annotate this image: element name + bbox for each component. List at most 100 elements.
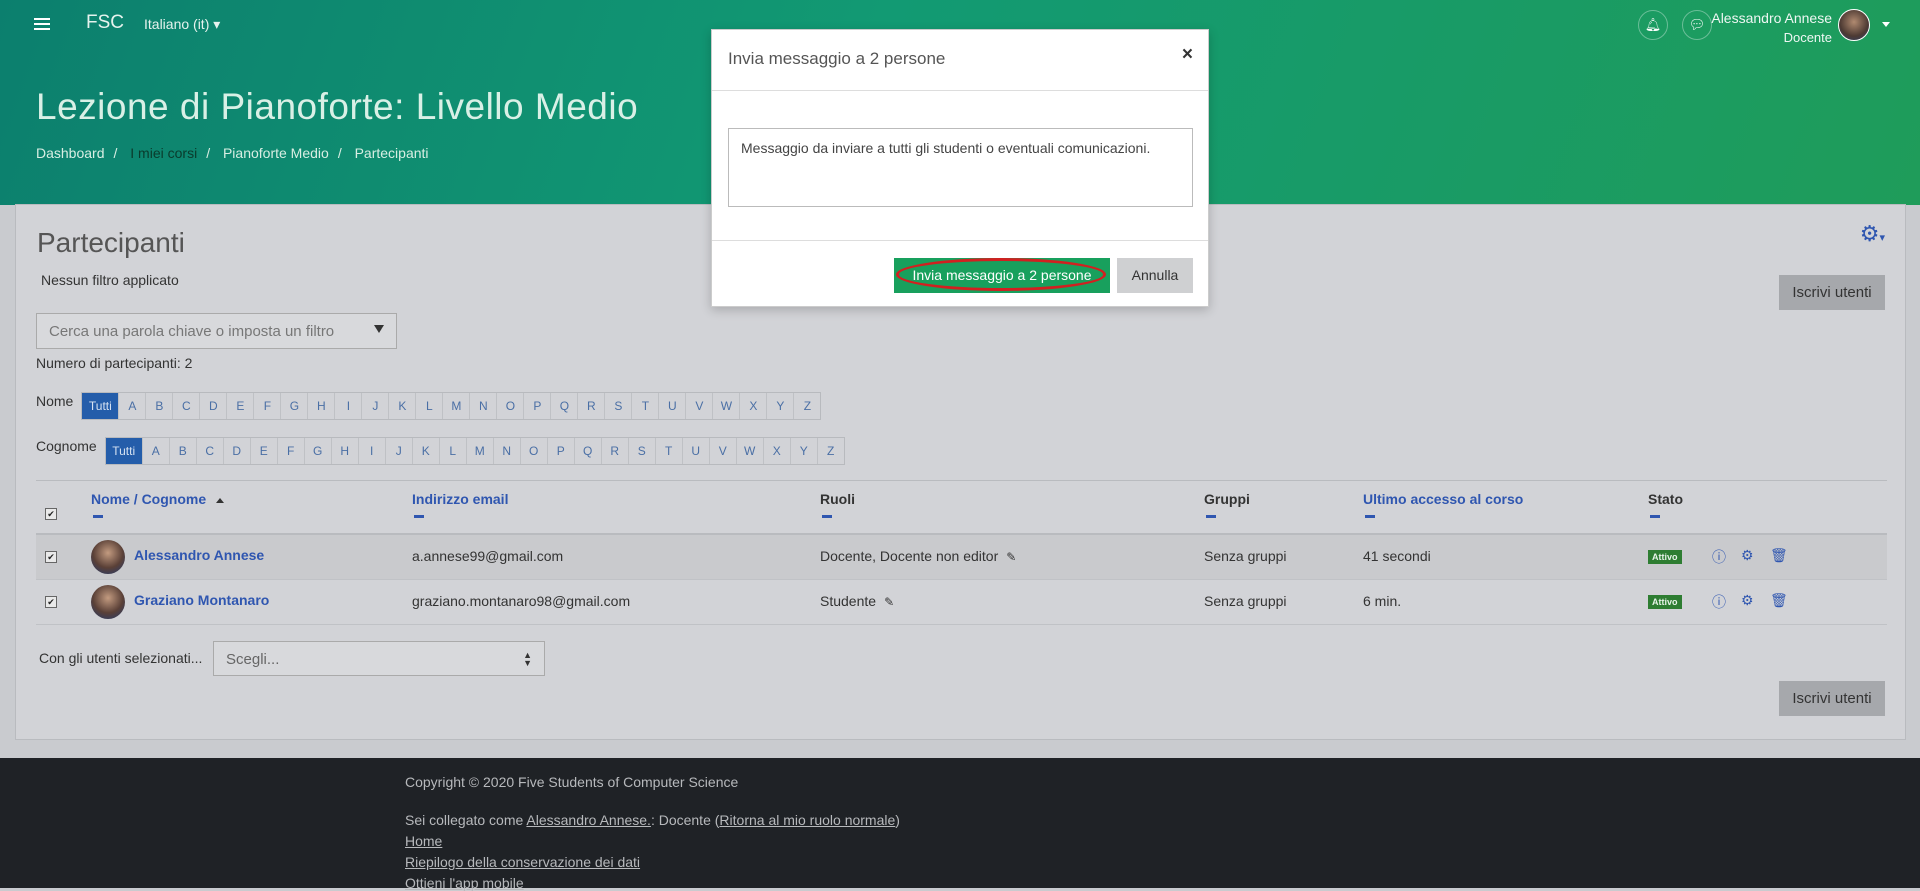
last-name-letter-r[interactable]: R [600,438,628,464]
last-name-letter-d[interactable]: D [222,438,250,464]
first-name-letter-m[interactable]: M [442,393,469,419]
last-name-letter-w[interactable]: W [735,438,763,464]
last-name-letter-p[interactable]: P [546,438,574,464]
first-name-letter-r[interactable]: R [577,393,604,419]
last-name-letter-m[interactable]: M [465,438,493,464]
last-name-letter-i[interactable]: I [357,438,385,464]
col-last-access[interactable]: Ultimo accesso al corso [1363,491,1523,507]
first-name-letter-t[interactable]: T [631,393,658,419]
first-name-letter-i[interactable]: I [334,393,361,419]
participant-name[interactable]: Graziano Montanaro [134,592,269,608]
row-checkbox[interactable]: ✔ [45,596,57,608]
last-name-letter-k[interactable]: K [411,438,439,464]
language-selector[interactable]: Italiano (it) ▾ [144,16,220,33]
last-name-letter-a[interactable]: A [141,438,169,464]
first-name-letter-j[interactable]: J [361,393,388,419]
first-name-letter-u[interactable]: U [658,393,685,419]
hide-column-icon[interactable] [1365,515,1375,518]
trash-icon[interactable]: 🗑︎ [1770,547,1788,564]
bulk-action-select[interactable]: Scegli... ▲ ▼ [213,641,545,676]
chevron-down-icon[interactable] [374,325,384,333]
avatar[interactable] [1838,9,1870,41]
messages-chat-icon[interactable]: 💬︎ [1682,10,1712,40]
row-checkbox[interactable]: ✔ [45,551,57,563]
gear-icon[interactable]: ⚙ [1741,592,1754,609]
hide-column-icon[interactable] [93,515,103,518]
hide-column-icon[interactable] [1650,515,1660,518]
hide-column-icon[interactable] [822,515,832,518]
notifications-bell-icon[interactable]: 🔔︎ [1638,10,1668,40]
last-name-letter-b[interactable]: B [168,438,196,464]
enrol-users-button-bottom[interactable]: Iscrivi utenti [1779,681,1885,716]
first-name-all[interactable]: Tutti [82,393,119,419]
last-name-letter-j[interactable]: J [384,438,412,464]
trash-icon[interactable]: 🗑︎ [1770,592,1788,609]
first-name-letter-c[interactable]: C [172,393,199,419]
menu-icon[interactable] [34,15,50,33]
site-brand[interactable]: FSC [86,12,124,34]
last-name-letter-o[interactable]: O [519,438,547,464]
last-name-letter-u[interactable]: U [681,438,709,464]
first-name-letter-w[interactable]: W [712,393,739,419]
last-name-letter-c[interactable]: C [195,438,223,464]
first-name-letter-z[interactable]: Z [793,393,820,419]
first-name-letter-g[interactable]: G [280,393,307,419]
gear-icon[interactable]: ⚙▾ [1860,221,1885,247]
first-name-letter-d[interactable]: D [199,393,226,419]
enrol-users-button[interactable]: Iscrivi utenti [1779,275,1885,310]
last-name-letter-l[interactable]: L [438,438,466,464]
first-name-letter-n[interactable]: N [469,393,496,419]
chevron-down-icon[interactable] [1882,22,1890,27]
logged-user-link[interactable]: Alessandro Annese. [526,812,651,828]
last-name-letter-y[interactable]: Y [789,438,817,464]
select-all-checkbox[interactable]: ✔ [45,508,57,520]
breadcrumb-course[interactable]: Pianoforte Medio [223,145,329,161]
col-email[interactable]: Indirizzo email [412,491,508,507]
first-name-letter-o[interactable]: O [496,393,523,419]
last-name-letter-z[interactable]: Z [816,438,844,464]
mobile-app-link[interactable]: Ottieni l'app mobile [405,875,524,891]
last-name-letter-n[interactable]: N [492,438,520,464]
first-name-letter-e[interactable]: E [226,393,253,419]
cancel-button[interactable]: Annulla [1117,258,1193,293]
hide-column-icon[interactable] [1206,515,1216,518]
last-name-letter-x[interactable]: X [762,438,790,464]
first-name-letter-b[interactable]: B [145,393,172,419]
info-icon[interactable]: ⓘ [1712,547,1726,567]
gear-icon[interactable]: ⚙ [1741,547,1754,564]
col-name[interactable]: Nome / Cognome [91,491,225,507]
first-name-letter-y[interactable]: Y [766,393,793,419]
first-name-letter-h[interactable]: H [307,393,334,419]
first-name-letter-a[interactable]: A [118,393,145,419]
first-name-letter-k[interactable]: K [388,393,415,419]
first-name-letter-s[interactable]: S [604,393,631,419]
first-name-letter-v[interactable]: V [685,393,712,419]
last-name-letter-e[interactable]: E [249,438,277,464]
close-icon[interactable]: × [1182,44,1193,66]
home-link[interactable]: Home [405,833,442,849]
breadcrumb-dashboard[interactable]: Dashboard [36,145,105,161]
send-message-button[interactable]: Invia messaggio a 2 persone [894,258,1110,293]
first-name-letter-q[interactable]: Q [550,393,577,419]
hide-column-icon[interactable] [414,515,424,518]
first-name-letter-l[interactable]: L [415,393,442,419]
first-name-letter-f[interactable]: F [253,393,280,419]
last-name-letter-f[interactable]: F [276,438,304,464]
user-name[interactable]: Alessandro Annese [1711,10,1832,26]
last-name-letter-g[interactable]: G [303,438,331,464]
first-name-letter-x[interactable]: X [739,393,766,419]
last-name-letter-h[interactable]: H [330,438,358,464]
last-name-all[interactable]: Tutti [105,438,142,464]
last-name-letter-t[interactable]: T [654,438,682,464]
participant-name[interactable]: Alessandro Annese [134,547,264,563]
pencil-icon[interactable]: ✎ [1006,550,1016,564]
last-name-letter-q[interactable]: Q [573,438,601,464]
data-retention-link[interactable]: Riepilogo della conservazione dei dati [405,854,640,870]
last-name-letter-v[interactable]: V [708,438,736,464]
info-icon[interactable]: ⓘ [1712,592,1726,612]
first-name-letter-p[interactable]: P [523,393,550,419]
breadcrumb-my-courses[interactable]: I miei corsi [130,145,197,161]
return-role-link[interactable]: Ritorna al mio ruolo normale [719,812,895,828]
search-input[interactable]: Cerca una parola chiave o imposta un fil… [36,313,397,349]
last-name-letter-s[interactable]: S [627,438,655,464]
